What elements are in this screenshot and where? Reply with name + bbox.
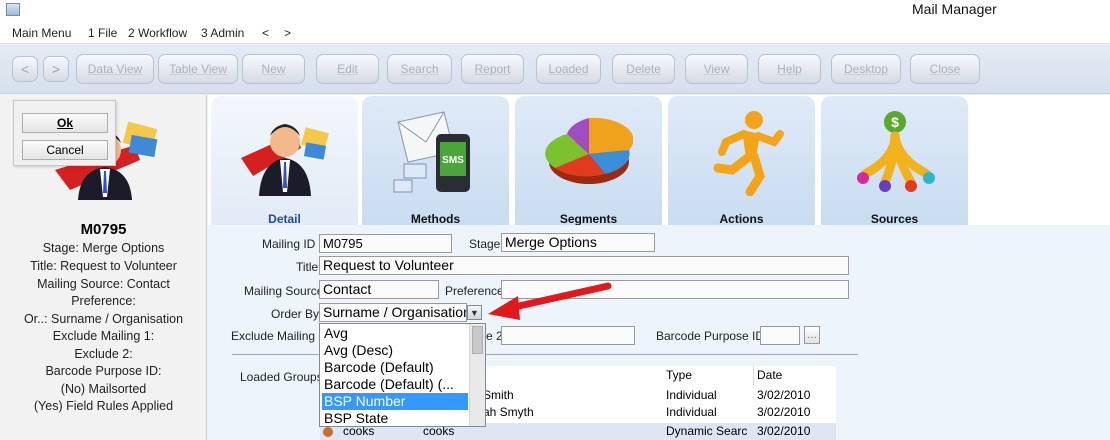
dropdown-scrollbar[interactable] xyxy=(469,324,485,426)
order-by-dropdown-list: Avg Avg (Desc) Barcode (Default) Barcode… xyxy=(319,323,486,427)
running-man-icon xyxy=(713,111,784,196)
forward-button[interactable]: > xyxy=(43,56,69,82)
exclude-mailing-1-label: Exclude Mailing 1 xyxy=(231,329,326,343)
summary-order: Or..: Surname / Organisation xyxy=(23,312,184,326)
person-mail-icon xyxy=(241,124,329,196)
stage-field[interactable]: Merge Options xyxy=(501,233,655,252)
mailing-source-field[interactable]: Contact xyxy=(319,280,439,299)
barcode-purpose-label: Barcode Purpose ID xyxy=(656,329,765,343)
back-button[interactable]: < xyxy=(12,56,38,82)
summary-mailsorted: (No) Mailsorted xyxy=(60,382,147,396)
tab-actions-label: Actions xyxy=(719,212,764,226)
sms-phone-icon: SMS xyxy=(393,111,470,193)
tab-actions[interactable]: Actions xyxy=(668,96,815,226)
title-bar: Mail Manager xyxy=(0,0,1110,22)
svg-text:SMS: SMS xyxy=(442,155,464,166)
dropdown-option[interactable]: Barcode (Default) (... xyxy=(322,376,468,393)
table-row-date[interactable]: 3/02/2010 xyxy=(754,404,836,421)
grid-header-date[interactable]: Date xyxy=(754,366,836,385)
app-icon xyxy=(6,3,20,16)
exclude-2-field[interactable] xyxy=(501,326,635,345)
mailing-source-label: Mailing Source xyxy=(244,284,324,298)
barcode-purpose-field[interactable] xyxy=(760,326,800,345)
summary-field-rules: (Yes) Field Rules Applied xyxy=(33,399,174,413)
menu-workflow[interactable]: 2 Workflow xyxy=(128,26,187,40)
tab-methods-label: Methods xyxy=(410,212,461,226)
menu-bar: Main Menu 1 File 2 Workflow 3 Admin < > xyxy=(0,22,1110,44)
annotation-arrow-icon xyxy=(488,282,612,320)
view-button[interactable]: View xyxy=(685,54,748,84)
group-icon xyxy=(323,426,333,437)
tab-sources[interactable]: $ Sources xyxy=(821,96,968,226)
close-button[interactable]: Close xyxy=(910,54,980,84)
delete-button[interactable]: Delete xyxy=(612,54,675,84)
tab-detail[interactable]: Detail xyxy=(211,96,358,226)
menu-file[interactable]: 1 File xyxy=(88,26,117,40)
summary-code: M0795 xyxy=(80,221,127,238)
money-tree-icon: $ xyxy=(857,111,935,192)
tab-methods[interactable]: SMS Methods xyxy=(362,96,509,226)
toolbar: < > Data View Table View New Edit Search… xyxy=(0,44,1110,94)
menu-forward[interactable]: > xyxy=(284,26,291,40)
dropdown-option[interactable]: Barcode (Default) xyxy=(322,359,468,376)
tab-detail-label: Detail xyxy=(268,212,301,226)
summary-title: Title: Request to Volunteer xyxy=(30,259,177,273)
loaded-groups-label: Loaded Groups xyxy=(240,370,323,384)
search-button[interactable]: Search xyxy=(387,54,452,84)
summary-exclude2: Exclude 2: xyxy=(74,347,133,361)
table-row-name[interactable]: ah Smyth xyxy=(480,404,660,421)
summary-preference: Preference: xyxy=(71,294,136,308)
browse-icon[interactable]: … xyxy=(804,326,820,344)
dropdown-option[interactable]: Avg xyxy=(322,325,468,342)
ok-cancel-dialog: Ok Cancel xyxy=(13,100,116,166)
grid-header-type[interactable]: Type xyxy=(663,366,754,385)
data-view-button[interactable]: Data View xyxy=(76,54,154,84)
cancel-button[interactable]: Cancel xyxy=(22,140,108,160)
title-field[interactable]: Request to Volunteer xyxy=(319,256,849,275)
dropdown-option[interactable]: BSP State xyxy=(322,410,468,426)
report-button[interactable]: Report xyxy=(461,54,524,84)
table-row-date[interactable]: 3/02/2010 xyxy=(754,423,836,440)
help-button[interactable]: Help xyxy=(758,54,821,84)
stage-label: Stage xyxy=(469,237,501,251)
loaded-button[interactable]: Loaded xyxy=(536,54,601,84)
tab-segments[interactable]: Segments xyxy=(515,96,662,226)
table-row-type[interactable]: Dynamic Searc xyxy=(663,423,754,440)
table-view-button[interactable]: Table View xyxy=(158,54,238,84)
title-label: Title xyxy=(296,260,319,274)
dropdown-option-selected[interactable]: BSP Number xyxy=(322,393,468,410)
window-title: Mail Manager xyxy=(912,1,997,17)
tab-segments-label: Segments xyxy=(559,212,618,226)
desktop-button[interactable]: Desktop xyxy=(831,54,901,84)
scrollbar-thumb[interactable] xyxy=(472,326,483,354)
ok-button[interactable]: Ok xyxy=(22,113,108,133)
new-button[interactable]: New xyxy=(242,54,305,84)
table-row-name[interactable]: Smith xyxy=(480,387,660,404)
order-by-label: Order By xyxy=(271,307,320,321)
summary-source: Mailing Source: Contact xyxy=(37,277,170,291)
table-row-type[interactable]: Individual xyxy=(663,404,754,421)
summary-stage: Stage: Merge Options xyxy=(42,241,165,255)
mailing-id-field[interactable]: M0795 xyxy=(319,234,452,253)
mailing-id-label: Mailing ID xyxy=(262,237,316,251)
svg-text:$: $ xyxy=(891,114,899,130)
tab-sources-label: Sources xyxy=(870,212,919,226)
menu-main[interactable]: Main Menu xyxy=(12,26,71,40)
menu-admin[interactable]: 3 Admin xyxy=(201,26,244,40)
dropdown-option[interactable]: Avg (Desc) xyxy=(322,342,468,359)
table-row-type[interactable]: Individual xyxy=(663,387,754,404)
menu-back[interactable]: < xyxy=(262,26,269,40)
summary-exclude1: Exclude Mailing 1: xyxy=(52,329,155,343)
edit-button[interactable]: Edit xyxy=(316,54,379,84)
summary-barcode: Barcode Purpose ID: xyxy=(45,364,162,378)
pie-chart-icon xyxy=(545,117,633,184)
order-by-select[interactable]: Surname / Organisation xyxy=(319,303,467,322)
table-row-date[interactable]: 3/02/2010 xyxy=(754,387,836,404)
